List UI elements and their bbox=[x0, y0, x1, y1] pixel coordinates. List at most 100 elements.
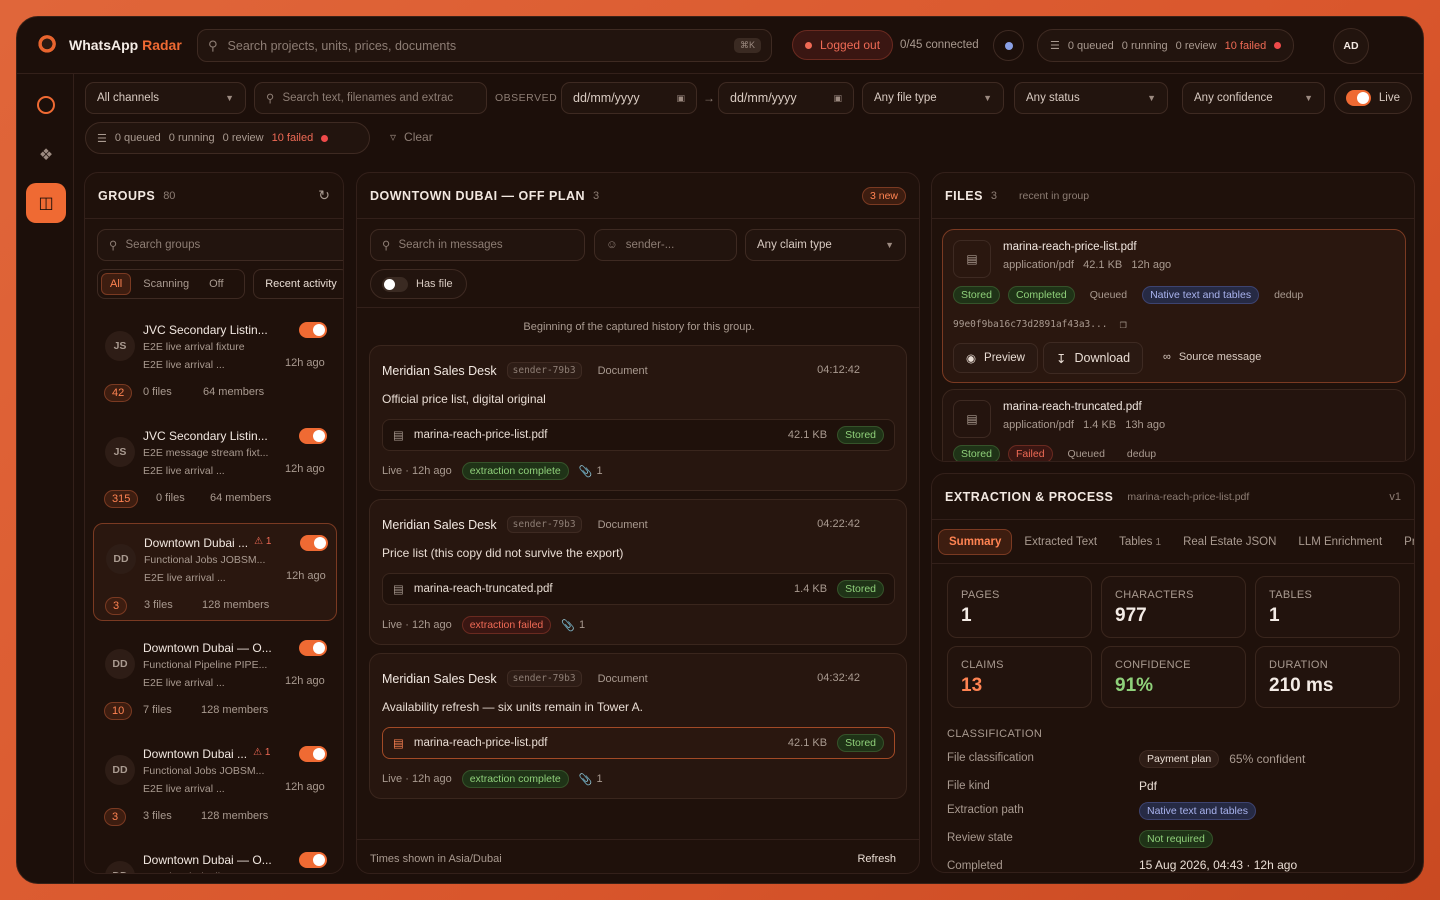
group-scan-toggle[interactable] bbox=[299, 852, 327, 868]
tab-tables[interactable]: Tables 1 bbox=[1109, 530, 1171, 554]
group-scan-toggle[interactable] bbox=[299, 746, 327, 762]
file-card-selected[interactable]: ▤ marina-reach-price-list.pdf applicatio… bbox=[942, 229, 1406, 383]
stat-value: 210 ms bbox=[1269, 675, 1334, 696]
file-meta: application/pdf 1.4 KB 13h ago bbox=[1003, 419, 1166, 431]
confidence-select[interactable]: Any confidence ▼ bbox=[1182, 82, 1325, 114]
tab-off[interactable]: Off bbox=[201, 274, 231, 294]
group-avatar: JS bbox=[105, 331, 135, 361]
kv-value: Payment plan 65% confident bbox=[1139, 750, 1305, 768]
message-card[interactable]: Meridian Sales Desk sender-79b3 Document… bbox=[369, 499, 907, 645]
user-avatar[interactable]: AD bbox=[1333, 28, 1369, 64]
message-live-time: Live · 12h ago bbox=[382, 465, 452, 477]
sort-select[interactable]: Recent activity bbox=[253, 269, 343, 299]
attachment-name: marina-reach-price-list.pdf bbox=[413, 737, 548, 749]
sender-name: Meridian Sales Desk bbox=[382, 517, 497, 532]
preview-button[interactable]: ◉ Preview bbox=[953, 343, 1038, 373]
group-count-badge: 42 bbox=[104, 384, 133, 402]
sidebar-broadcast-button[interactable]: ❖ bbox=[27, 136, 65, 174]
date-from-input[interactable]: dd/mm/yyyy ▣ bbox=[561, 82, 697, 114]
refresh-icon[interactable]: ↻ bbox=[318, 187, 330, 204]
connection-dot-icon bbox=[1004, 41, 1013, 50]
classification-confidence: 65% confident bbox=[1229, 752, 1306, 766]
stat-label: DURATION bbox=[1269, 659, 1329, 671]
tab-summary[interactable]: Summary bbox=[938, 528, 1013, 555]
file-name: marina-reach-truncated.pdf bbox=[1003, 401, 1142, 413]
group-list-item[interactable]: DD Downtown Dubai — O... Functional Pipe… bbox=[93, 841, 337, 873]
live-toggle[interactable]: Live bbox=[1334, 82, 1412, 114]
chat-title: DOWNTOWN DUBAI — OFF PLAN bbox=[370, 188, 586, 203]
channels-select[interactable]: All channels ▼ bbox=[85, 82, 246, 114]
tab-more[interactable]: Pr bbox=[1394, 530, 1414, 554]
message-card[interactable]: Meridian Sales Desk sender-79b3 Document… bbox=[369, 345, 907, 491]
stat-value: 91% bbox=[1115, 675, 1154, 696]
live-label: Live bbox=[1378, 92, 1400, 104]
groups-search-input[interactable]: ⚲ Search groups bbox=[97, 229, 343, 261]
files-subtitle: recent in group bbox=[1019, 189, 1090, 202]
date-to-input[interactable]: dd/mm/yyyy ▣ bbox=[718, 82, 854, 114]
user-icon: ☺ bbox=[606, 239, 618, 251]
group-name: JVC Secondary Listin... bbox=[143, 323, 268, 337]
extraction-title: EXTRACTION & PROCESS bbox=[945, 489, 1114, 504]
group-scan-toggle[interactable] bbox=[299, 640, 327, 656]
group-list-item[interactable]: DD Downtown Dubai — O... Functional Pipe… bbox=[93, 629, 337, 727]
global-search-input[interactable]: ⚲ Search projects, units, prices, docume… bbox=[197, 29, 772, 62]
has-file-switch[interactable] bbox=[382, 276, 408, 292]
extraction-header: EXTRACTION & PROCESS marina-reach-price-… bbox=[932, 474, 1414, 520]
download-button[interactable]: ↧ Download bbox=[1043, 342, 1144, 374]
file-name: marina-reach-price-list.pdf bbox=[1003, 241, 1137, 253]
clear-filters-button[interactable]: ▿ Clear bbox=[390, 130, 433, 144]
group-list-item[interactable]: JS JVC Secondary Listin... E2E live arri… bbox=[93, 311, 337, 409]
filter-queue-pill[interactable]: ☰ 0 queued 0 running 0 review 10 failed bbox=[85, 122, 370, 154]
group-last-message: E2E live arrival ... bbox=[143, 359, 225, 371]
group-scan-toggle[interactable] bbox=[299, 322, 327, 338]
tab-llm-enrichment[interactable]: LLM Enrichment bbox=[1288, 530, 1392, 554]
claim-type-select[interactable]: Any claim type ▼ bbox=[745, 229, 906, 261]
group-scan-toggle[interactable] bbox=[299, 428, 327, 444]
copy-icon[interactable]: ❐ bbox=[1119, 317, 1126, 331]
brand[interactable]: WhatsApp Radar bbox=[35, 34, 182, 56]
text-search-input[interactable]: ⚲ Search text, filenames and extrac bbox=[254, 82, 487, 114]
search-icon: ⚲ bbox=[208, 37, 218, 53]
new-messages-badge[interactable]: 3 new bbox=[861, 186, 906, 205]
attachment-size: 1.4 KB bbox=[794, 583, 828, 595]
group-list-item[interactable]: DD Downtown Dubai ... ⚠ 1 Functional Job… bbox=[93, 735, 337, 833]
message-attachment[interactable]: ▤ marina-reach-price-list.pdf 42.1 KB St… bbox=[382, 727, 895, 759]
file-card[interactable]: ▤ marina-reach-truncated.pdf application… bbox=[942, 389, 1406, 461]
file-type-select[interactable]: Any file type ▼ bbox=[862, 82, 1004, 114]
sidebar-radar-button[interactable] bbox=[27, 86, 65, 124]
group-list-item[interactable]: JS JVC Secondary Listin... E2E message s… bbox=[93, 417, 337, 515]
tab-extracted-text[interactable]: Extracted Text bbox=[1014, 530, 1107, 554]
message-card[interactable]: Meridian Sales Desk sender-79b3 Document… bbox=[369, 653, 907, 799]
has-file-toggle[interactable]: Has file bbox=[370, 269, 467, 299]
logged-out-badge[interactable]: Logged out bbox=[792, 30, 894, 60]
group-list-item[interactable]: DD Downtown Dubai ... ⚠ 1 Functional Job… bbox=[93, 523, 337, 621]
file-badges: Stored Failed Queued dedup bbox=[953, 445, 1163, 461]
group-scan-toggle[interactable] bbox=[300, 535, 328, 551]
link-icon: ∞ bbox=[1163, 351, 1171, 363]
sender-filter-input[interactable]: ☺ sender-... bbox=[594, 229, 737, 261]
message-search-input[interactable]: ⚲ Search in messages bbox=[370, 229, 585, 261]
status-label: Any status bbox=[1026, 92, 1080, 104]
group-count-badge: 3 bbox=[105, 597, 128, 615]
tab-real-estate-json[interactable]: Real Estate JSON bbox=[1173, 530, 1286, 554]
queue-status-pill[interactable]: ☰ 0 queued 0 running 0 review 10 failed bbox=[1037, 29, 1295, 62]
document-icon: ▤ bbox=[393, 738, 404, 750]
tab-scanning[interactable]: Scanning bbox=[133, 274, 199, 294]
confidence-label: Any confidence bbox=[1194, 92, 1273, 104]
claim-type-label: Any claim type bbox=[757, 239, 832, 251]
group-name: Downtown Dubai ... bbox=[144, 536, 249, 550]
status-select[interactable]: Any status ▼ bbox=[1014, 82, 1168, 114]
group-last-message: E2E live arrival ... bbox=[143, 783, 225, 795]
refresh-button[interactable]: Refresh bbox=[857, 853, 896, 865]
file-badges: Stored Completed Queued Native text and … bbox=[953, 286, 1310, 304]
sidebar-chats-button[interactable]: ◫ bbox=[26, 183, 66, 223]
group-subtitle: Functional Pipeline PIPE... bbox=[143, 871, 267, 873]
tab-all[interactable]: All bbox=[101, 273, 132, 295]
message-search-placeholder: Search in messages bbox=[398, 239, 503, 251]
message-attachment[interactable]: ▤ marina-reach-price-list.pdf 42.1 KB St… bbox=[382, 419, 895, 451]
connection-status-button[interactable] bbox=[993, 30, 1024, 61]
source-message-link[interactable]: ∞ Source message bbox=[1163, 351, 1261, 363]
message-attachment[interactable]: ▤ marina-reach-truncated.pdf 1.4 KB Stor… bbox=[382, 573, 895, 605]
paperclip-icon: 📎 bbox=[578, 465, 593, 478]
live-toggle-switch[interactable] bbox=[1346, 90, 1371, 106]
